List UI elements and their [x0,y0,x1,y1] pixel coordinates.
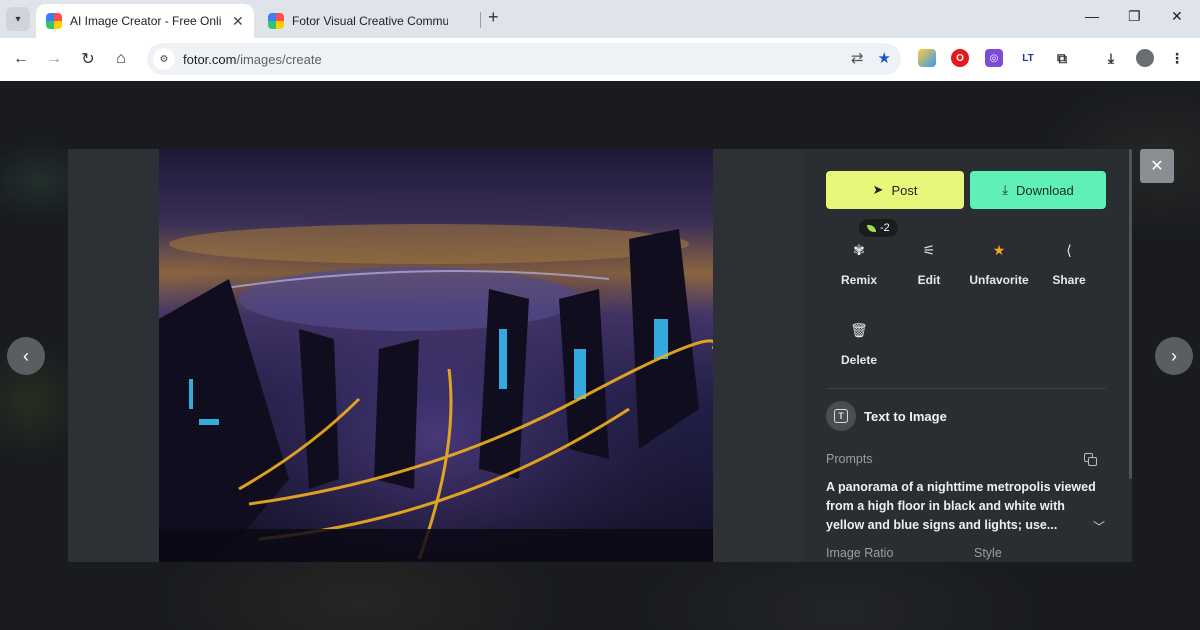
next-image-button[interactable]: › [1155,337,1193,375]
expand-chevron-icon[interactable]: ﹀ [1093,518,1105,535]
remix-action[interactable]: ✾ Remix [826,239,892,295]
reload-button[interactable]: ↻ [77,48,99,70]
extension-lt-icon[interactable]: LT [1019,49,1037,67]
previous-image-button[interactable]: ‹ [7,337,45,375]
prompts-heading: Prompts [826,452,873,466]
sliders-icon: ⚟ [922,241,936,258]
address-bar[interactable]: ⚙ fotor.com/images/create ⇄ ★ [147,43,901,75]
delete-label: Delete [840,353,878,367]
mode-indicator: T Text to Image [826,401,947,431]
style-heading: Style [974,546,1002,560]
back-button[interactable]: ← [10,48,32,70]
image-preview-area [68,149,804,562]
profile-avatar[interactable] [1136,49,1154,67]
text-to-image-icon: T [826,401,856,431]
extension-purple-icon[interactable]: ◎ [985,49,1003,67]
delete-action[interactable]: 🗑 Delete [826,319,892,375]
credit-cost-value: -2 [880,222,890,234]
url-path: /images/create [236,51,322,67]
edit-label: Edit [917,273,941,287]
browser-menu-icon[interactable]: ⋮ [1168,49,1186,67]
bookmark-star-icon[interactable]: ★ [878,49,891,67]
close-window-button[interactable]: ✕ [1171,8,1183,25]
image-detail-modal: ➤ Post ⤓ Download -2 ✾ Remix ⚟ Edit ★ Un… [68,149,1132,562]
post-button-label: Post [891,182,918,198]
panel-divider [826,388,1106,389]
share-action[interactable]: ⟨ Share [1036,239,1102,295]
opera-extension-icon[interactable]: O [951,49,969,67]
minimize-button[interactable]: — [1085,8,1099,24]
tab-ai-image-creator[interactable]: AI Image Creator - Free Online ✕ [36,4,254,38]
generated-image[interactable] [159,149,713,562]
fotor-favicon-icon [46,13,62,29]
page-background: ➤ Post ⤓ Download -2 ✾ Remix ⚟ Edit ★ Un… [0,81,1200,630]
image-details-panel: ➤ Post ⤓ Download -2 ✾ Remix ⚟ Edit ★ Un… [804,149,1132,562]
close-modal-button[interactable]: ✕ [1140,149,1174,183]
panel-scrollbar[interactable] [1129,149,1132,479]
share-label: Share [1052,273,1086,287]
image-ratio-heading: Image Ratio [826,546,894,560]
prompt-text: A panorama of a nighttime metropolis vie… [826,480,1096,532]
home-button[interactable]: ⌂ [110,48,132,70]
url-text[interactable]: fotor.com/images/create [183,52,322,67]
extension-color-icon[interactable] [918,49,936,67]
translate-icon[interactable]: ⇄ [851,49,864,67]
download-button-label: Download [1015,182,1074,198]
site-info-icon[interactable]: ⚙ [153,48,175,70]
tab-title: Fotor Visual Creative Commun [292,14,448,28]
unfavorite-label: Unfavorite [969,273,1029,287]
send-icon: ➤ [872,182,884,197]
download-icon: ⤓ [1002,182,1008,197]
city-night-artwork [159,149,713,562]
remix-icon: ✾ [853,241,865,258]
tab-separator [480,12,481,28]
downloads-icon[interactable]: ⤓ [1102,49,1120,67]
leaf-icon [867,224,876,232]
tab-fotor-community[interactable]: Fotor Visual Creative Commun [258,4,476,38]
edit-action[interactable]: ⚟ Edit [896,239,962,295]
credit-cost-badge: -2 [859,219,898,237]
copy-icon[interactable] [1084,453,1098,467]
tab-close-icon[interactable]: ✕ [232,13,244,30]
browser-toolbar: ← → ↻ ⌂ ⚙ fotor.com/images/create ⇄ ★ O … [0,38,1200,81]
share-icon: ⟨ [1066,241,1072,258]
forward-button[interactable]: → [43,48,65,70]
trash-icon: 🗑 [850,321,868,338]
unfavorite-action[interactable]: ★ Unfavorite [966,239,1032,295]
extensions-puzzle-icon[interactable]: ⧉ [1053,49,1071,67]
fotor-favicon-icon [268,13,284,29]
url-host: fotor.com [183,51,237,67]
maximize-button[interactable]: ❐ [1128,8,1141,25]
star-icon: ★ [992,241,1006,258]
remix-label: Remix [840,273,878,287]
tab-title: AI Image Creator - Free Online [70,14,222,28]
tab-search-button[interactable]: ▾ [6,7,30,31]
post-button[interactable]: ➤ Post [826,171,964,209]
mode-label: Text to Image [864,408,947,424]
new-tab-button[interactable]: + [488,7,499,28]
download-button[interactable]: ⤓ Download [970,171,1106,209]
tab-bar: ▾ AI Image Creator - Free Online ✕ Fotor… [0,0,1200,38]
